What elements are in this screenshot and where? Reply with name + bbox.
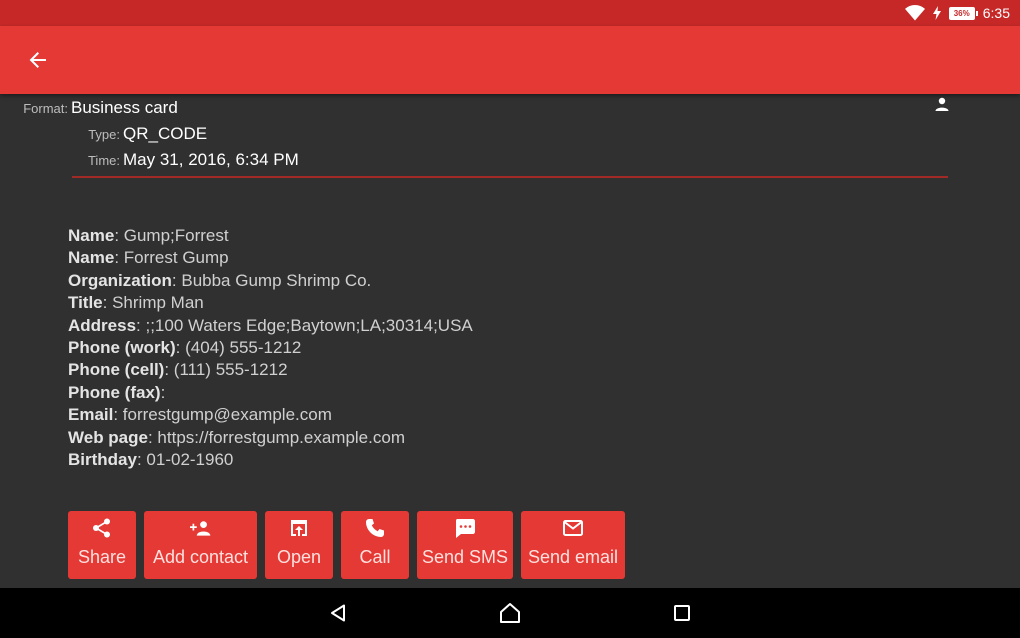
- detail-value: : Gump;Forrest: [114, 226, 229, 245]
- detail-key: Birthday: [68, 449, 137, 469]
- detail-value: : https://forrestgump.example.com: [147, 427, 405, 447]
- open-in-browser-icon: [291, 520, 307, 536]
- share-icon: [93, 518, 110, 538]
- triangle-back-icon: [331, 604, 345, 622]
- detail-line: Name: Gump;Forrest: [68, 225, 948, 247]
- detail-key: Name: [68, 248, 115, 268]
- wifi-icon: [904, 5, 925, 21]
- add-contact-button[interactable]: Add contact: [144, 511, 257, 579]
- nav-home-button[interactable]: [498, 601, 522, 625]
- navigation-bar: [0, 588, 1020, 638]
- status-bar: 36% 6:35: [0, 0, 1020, 26]
- action-buttons: Share Add contact Open Call Send SMS Sen…: [68, 511, 625, 579]
- email-icon: [563, 520, 583, 536]
- send-email-button[interactable]: Send email: [521, 511, 625, 579]
- detail-key: Phone (work): [68, 337, 176, 357]
- contact-details: Name: Gump;Forrest Name: Forrest Gump Or…: [68, 225, 948, 471]
- detail-line: Name: Forrest Gump: [68, 247, 948, 269]
- detail-line: Phone (work): (404) 555-1212: [68, 337, 948, 359]
- nav-back-button[interactable]: [327, 601, 351, 625]
- clock: 6:35: [982, 5, 1010, 21]
- share-button[interactable]: Share: [68, 511, 136, 579]
- detail-key: Email: [68, 405, 114, 425]
- detail-key: Title: [68, 293, 103, 313]
- status-icons: 36% 6:35: [904, 4, 1010, 22]
- type-label: Type:: [88, 127, 120, 142]
- type-row: Type: QR_CODE: [68, 124, 207, 148]
- phone-icon: [366, 519, 384, 537]
- detail-key: Address: [68, 315, 137, 335]
- time-value: May 31, 2016, 6:34 PM: [123, 150, 299, 169]
- detail-key: Name: [68, 226, 115, 245]
- detail-line: Organization: Bubba Gump Shrimp Co.: [68, 270, 948, 292]
- detail-value: : forrestgump@example.com: [113, 405, 332, 425]
- nav-recents-button[interactable]: [670, 601, 694, 625]
- detail-value: : (404) 555-1212: [175, 337, 302, 357]
- charging-icon: [932, 6, 941, 20]
- send-sms-label: Send SMS: [421, 547, 509, 567]
- detail-line: Web page: https://forrestgump.example.co…: [68, 427, 948, 449]
- divider: [72, 176, 948, 178]
- detail-key: Web page: [68, 427, 148, 447]
- add-person-icon: [189, 521, 210, 536]
- arrow-back-icon: [29, 52, 46, 68]
- battery-icon: 36%: [948, 6, 978, 20]
- app-bar: [0, 26, 1020, 94]
- time-label: Time:: [87, 153, 120, 168]
- detail-value: : Forrest Gump: [114, 248, 229, 268]
- detail-line: Address: ;;100 Waters Edge;Baytown;LA;30…: [68, 315, 948, 337]
- time-row: Time: May 31, 2016, 6:34 PM: [68, 150, 299, 174]
- recents-icon: [674, 605, 690, 621]
- send-sms-button[interactable]: Send SMS: [417, 511, 513, 579]
- person-icon: [935, 97, 949, 111]
- format-value: Business card: [71, 98, 178, 117]
- detail-key: Phone (fax): [68, 382, 161, 402]
- detail-value: : Bubba Gump Shrimp Co.: [171, 270, 372, 290]
- format-row: Format: Business card: [16, 98, 178, 122]
- detail-line: Title: Shrimp Man: [68, 292, 948, 314]
- detail-key: Organization: [68, 270, 172, 290]
- result-content: Format: Business card Type: QR_CODE Time…: [0, 94, 1020, 588]
- add-contact-label: Add contact: [152, 547, 249, 567]
- detail-value: : Shrimp Man: [102, 293, 204, 313]
- detail-line: Phone (fax):: [68, 382, 948, 404]
- type-value: QR_CODE: [123, 124, 208, 143]
- share-label: Share: [77, 547, 127, 567]
- detail-line: Phone (cell): (111) 555-1212: [68, 359, 948, 381]
- call-button[interactable]: Call: [341, 511, 409, 579]
- detail-line: Birthday: 01-02-1960: [68, 449, 948, 471]
- detail-value: :: [160, 382, 166, 402]
- open-label: Open: [276, 547, 322, 567]
- detail-key: Phone (cell): [68, 360, 165, 380]
- detail-line: Email: forrestgump@example.com: [68, 404, 948, 426]
- sms-icon: [456, 519, 475, 538]
- home-icon: [500, 603, 520, 623]
- open-button[interactable]: Open: [265, 511, 333, 579]
- send-email-label: Send email: [527, 547, 619, 567]
- detail-value: : (111) 555-1212: [164, 360, 288, 380]
- detail-value: : ;;100 Waters Edge;Baytown;LA;30314;USA: [136, 315, 473, 335]
- detail-value: : 01-02-1960: [136, 449, 234, 469]
- format-label: Format:: [23, 101, 68, 116]
- back-button[interactable]: [22, 44, 54, 76]
- call-label: Call: [359, 547, 391, 567]
